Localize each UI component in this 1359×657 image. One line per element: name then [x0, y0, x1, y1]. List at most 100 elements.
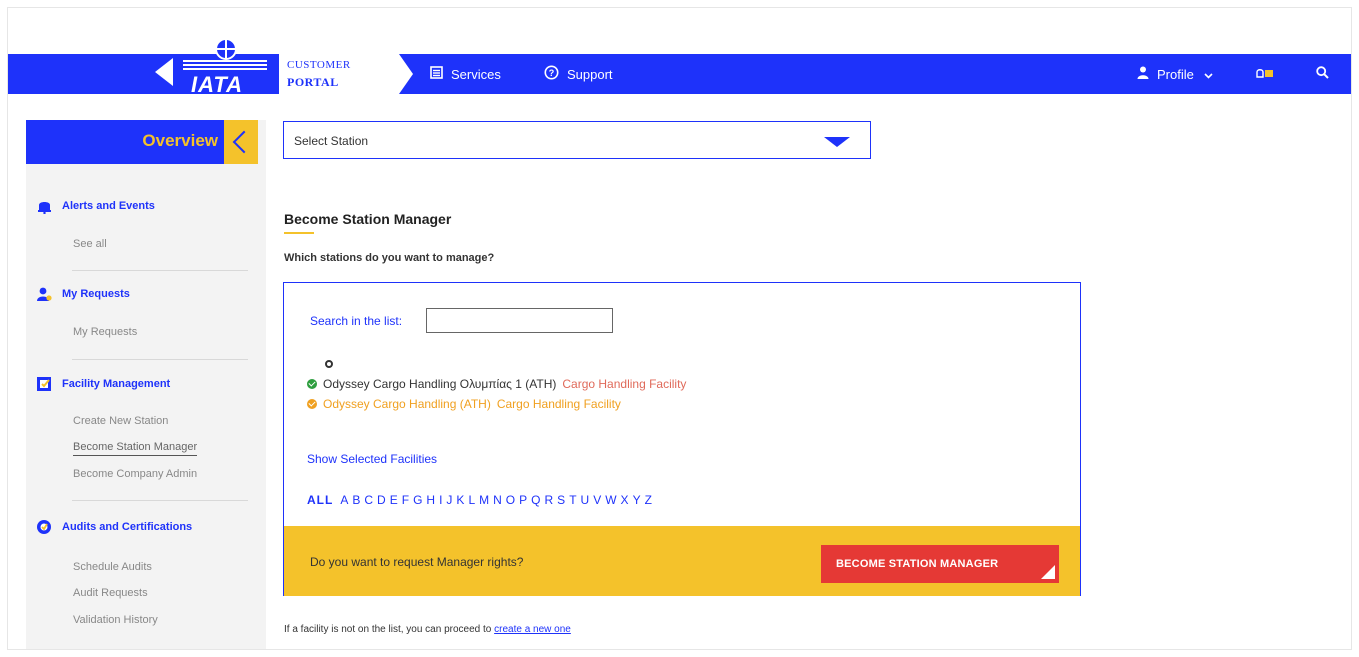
sidebar-item-audit-requests[interactable]: Audit Requests: [73, 587, 148, 599]
logo-text: IATA: [191, 72, 244, 97]
sidebar: Overview Alerts and Events See all My Re…: [26, 120, 266, 649]
customer-portal-badge[interactable]: CUSTOMER PORTAL: [279, 54, 413, 94]
alphabet-letter-r[interactable]: R: [545, 493, 555, 507]
alphabet-letter-x[interactable]: X: [621, 493, 630, 507]
alphabet-letter-y[interactable]: Y: [633, 493, 642, 507]
search-input[interactable]: [426, 308, 613, 333]
sidebar-item-schedule-audits[interactable]: Schedule Audits: [73, 561, 152, 573]
caret-down-icon: [824, 137, 850, 147]
alphabet-letter-f[interactable]: F: [402, 493, 410, 507]
radio-button[interactable]: [325, 360, 333, 368]
sidebar-section-title: Audits and Certifications: [62, 521, 193, 533]
sidebar-section-title: Facility Management: [62, 378, 171, 390]
facility-list-item[interactable]: Odyssey Cargo Handling (ATH) Cargo Handl…: [307, 397, 621, 411]
alphabet-letter-n[interactable]: N: [493, 493, 503, 507]
search-label: Search in the list:: [310, 314, 403, 328]
search-button[interactable]: [1316, 54, 1329, 94]
sidebar-item-become-station-manager[interactable]: Become Station Manager: [73, 441, 198, 456]
alphabet-letter-i[interactable]: I: [439, 493, 443, 507]
request-question: Do you want to request Manager rights?: [310, 555, 524, 569]
sidebar-divider: [72, 270, 248, 271]
alphabet-letter-u[interactable]: U: [581, 493, 591, 507]
station-picker-panel: Search in the list: Odyssey Cargo Handli…: [283, 282, 1081, 596]
alphabet-letter-c[interactable]: C: [364, 493, 374, 507]
alphabet-letter-v[interactable]: V: [593, 493, 602, 507]
facility-type: Cargo Handling Facility: [496, 397, 621, 411]
overview-label: Overview: [142, 131, 218, 150]
chevron-down-icon: [1204, 67, 1213, 82]
sidebar-section-title: My Requests: [62, 288, 130, 300]
sidebar-section-alerts[interactable]: Alerts and Events: [36, 198, 155, 214]
sidebar-item-see-all[interactable]: See all: [73, 238, 107, 250]
user-request-icon: [36, 286, 52, 302]
alphabet-letter-e[interactable]: E: [390, 493, 399, 507]
sidebar-divider: [72, 359, 248, 360]
create-new-one-link[interactable]: create a new one: [494, 624, 571, 635]
alphabet-letter-m[interactable]: M: [479, 493, 490, 507]
search-icon: [1316, 66, 1329, 82]
nav-support[interactable]: ? Support: [544, 54, 613, 94]
alphabet-letter-h[interactable]: H: [426, 493, 436, 507]
notification-icon: [1254, 67, 1274, 82]
support-icon: ?: [544, 65, 559, 83]
alphabet-letter-z[interactable]: Z: [645, 493, 653, 507]
become-button-label: BECOME STATION MANAGER: [836, 558, 999, 570]
alphabet-letter-s[interactable]: S: [557, 493, 566, 507]
services-label: Services: [451, 66, 501, 82]
user-icon: [1137, 66, 1149, 82]
bell-icon: [36, 198, 52, 214]
request-rights-bar: Do you want to request Manager rights? B…: [284, 526, 1080, 596]
nav-services[interactable]: Services: [430, 54, 501, 94]
facility-icon: [36, 376, 52, 392]
facility-type: Cargo Handling Facility: [562, 377, 687, 391]
page-subtitle: Which stations do you want to manage?: [284, 252, 495, 264]
alphabet-letter-q[interactable]: Q: [531, 493, 541, 507]
sidebar-item-my-requests[interactable]: My Requests: [73, 326, 137, 338]
alphabet-filter: ALL ABCDEFGHIJKLMNOPQRSTUVWXYZ: [307, 493, 653, 507]
sidebar-section-requests[interactable]: My Requests: [36, 286, 130, 302]
notifications-button[interactable]: [1254, 54, 1274, 94]
sidebar-item-become-company-admin[interactable]: Become Company Admin: [73, 468, 197, 480]
alphabet-letter-t[interactable]: T: [569, 493, 577, 507]
alphabet-letter-b[interactable]: B: [352, 493, 361, 507]
audit-icon: [36, 519, 52, 535]
show-selected-facilities-link[interactable]: Show Selected Facilities: [307, 452, 437, 466]
sidebar-divider: [72, 500, 248, 501]
alphabet-letter-j[interactable]: J: [446, 493, 453, 507]
sidebar-item-create-station[interactable]: Create New Station: [73, 415, 168, 427]
alphabet-letter-w[interactable]: W: [605, 493, 617, 507]
alphabet-letter-d[interactable]: D: [377, 493, 387, 507]
sidebar-section-facility[interactable]: Facility Management: [36, 376, 170, 392]
sidebar-section-title: Alerts and Events: [62, 200, 155, 212]
select-station-dropdown[interactable]: Select Station: [283, 121, 871, 159]
alphabet-letter-p[interactable]: P: [519, 493, 528, 507]
alphabet-letter-o[interactable]: O: [506, 493, 516, 507]
alphabet-letter-k[interactable]: K: [456, 493, 465, 507]
select-station-value: Select Station: [294, 134, 369, 148]
check-circle-icon: [307, 399, 317, 409]
alphabet-letter-g[interactable]: G: [413, 493, 423, 507]
portal-line2: PORTAL: [287, 75, 339, 89]
facility-name: Odyssey Cargo Handling Ολυμπίας 1 (ATH): [323, 377, 557, 391]
footer-text: If a facility is not on the list, you ca…: [284, 624, 492, 635]
svg-text:?: ?: [549, 68, 555, 78]
sidebar-section-audits[interactable]: Audits and Certifications: [36, 519, 192, 535]
collapse-sidebar-button[interactable]: [224, 120, 258, 164]
footer-note: If a facility is not on the list, you ca…: [284, 624, 571, 635]
profile-label: Profile: [1157, 66, 1194, 82]
alphabet-letter-a[interactable]: A: [340, 493, 349, 507]
iata-logo[interactable]: IATA: [153, 38, 268, 100]
portal-line1: CUSTOMER: [287, 59, 351, 71]
support-label: Support: [567, 66, 613, 82]
profile-menu[interactable]: Profile: [1137, 54, 1213, 94]
page-title: Become Station Manager: [284, 211, 452, 227]
alphabet-letter-l[interactable]: L: [468, 493, 476, 507]
logo-arrow-icon: [155, 58, 173, 86]
globe-icon: [215, 38, 237, 60]
become-station-manager-button[interactable]: BECOME STATION MANAGER: [821, 545, 1059, 583]
alphabet-all-link[interactable]: ALL: [307, 493, 333, 507]
sidebar-item-validation-history[interactable]: Validation History: [73, 614, 158, 626]
page-frame: IATA CUSTOMER PORTAL Services ? Support …: [7, 7, 1352, 650]
title-underline: [284, 232, 314, 234]
facility-list-item[interactable]: Odyssey Cargo Handling Ολυμπίας 1 (ATH) …: [307, 377, 686, 391]
